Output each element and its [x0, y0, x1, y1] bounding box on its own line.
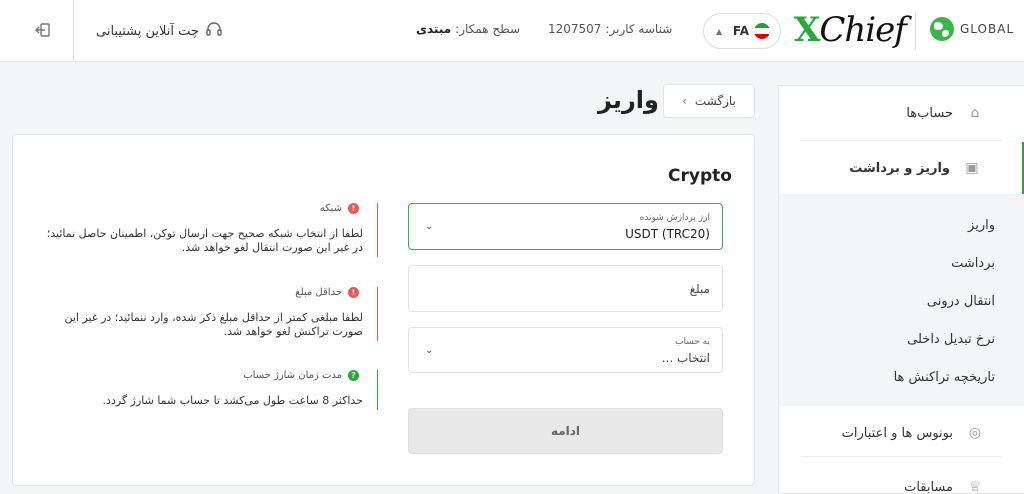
section-title: Crypto — [668, 166, 732, 186]
sidebar-item-label: بونوس ها و اعتبارات — [841, 425, 953, 441]
account-label: به حساب — [675, 337, 710, 347]
sidebar-item-label: مسابقات — [904, 479, 953, 494]
submenu-item-withdraw[interactable]: برداشت — [951, 256, 995, 271]
note-min-amount: ! حداقل مبلغ لطفا مبلغی کمتر از حداقل مب… — [40, 287, 378, 341]
user-id: شناسه کاربر: 1207507 — [548, 22, 672, 36]
back-label: بازگشت — [694, 94, 736, 108]
global-badge: GLOBAL — [930, 17, 1014, 41]
note-network: ! شبکه لطفا از انتخاب شبکه صحیح جهت ارسا… — [40, 203, 378, 257]
global-label: GLOBAL — [960, 22, 1015, 36]
sidebar: حساب‌ها ⌂ واریز و برداشت ▣ واریز برداشت … — [778, 85, 1024, 494]
submenu-item-exchange-rate[interactable]: نرخ تبدیل داخلی — [907, 332, 995, 347]
partner-level: سطح همکار: مبتدی — [416, 22, 520, 36]
currency-select[interactable]: ارز پردازش شونده USDT (TRC20) ⌄ — [408, 203, 723, 250]
note-text: لطفا از انتخاب شبکه صحیح جهت ارسال توکن،… — [46, 227, 363, 254]
logout-button[interactable] — [12, 0, 74, 62]
error-icon: ! — [348, 287, 359, 298]
headset-icon — [205, 20, 223, 42]
note-charge-time: ? مدت زمان شارژ حساب حداکثر 8 ساعت طول م… — [40, 370, 378, 410]
submenu-item-deposit[interactable]: واریز — [968, 218, 995, 233]
deposit-submenu: واریز برداشت انتقال درونی نرخ تبدیل داخل… — [779, 194, 1024, 406]
language-selector[interactable]: ▲ FA — [703, 13, 781, 49]
top-header: چت آنلاین پشتیبانی سطح همکار: مبتدی شناس… — [0, 0, 1024, 62]
note-title: شبکه — [319, 203, 342, 214]
amount-input[interactable]: مبلغ — [408, 265, 723, 312]
chevron-down-icon: ⌄ — [425, 345, 434, 356]
note-title: حداقل مبلغ — [295, 287, 342, 298]
logout-icon — [34, 21, 52, 42]
home-icon: ⌂ — [970, 105, 980, 121]
userid-label: شناسه کاربر: — [605, 22, 673, 36]
support-chat-link[interactable]: چت آنلاین پشتیبانی — [96, 20, 223, 42]
account-select[interactable]: به حساب انتخاب ... ⌄ — [408, 327, 723, 373]
globe-icon — [930, 17, 954, 41]
currency-value: USDT (TRC20) — [625, 227, 710, 241]
sidebar-item-bonuses[interactable]: بونوس ها و اعتبارات ◎ — [779, 418, 1024, 448]
level-label: سطح همکار: — [455, 22, 521, 36]
chevron-down-icon: ⌄ — [425, 221, 434, 232]
page-title: واریز — [598, 86, 659, 114]
iran-flag-icon — [754, 23, 770, 39]
help-icon: ? — [348, 370, 359, 381]
sidebar-item-label: حساب‌ها — [906, 105, 953, 121]
lang-code: FA — [732, 24, 749, 38]
sidebar-item-label: واریز و برداشت — [849, 160, 950, 176]
userid-value: 1207507 — [548, 22, 602, 36]
continue-button[interactable]: ادامه — [408, 408, 723, 454]
sidebar-item-deposit-withdraw[interactable]: واریز و برداشت ▣ — [779, 142, 1024, 194]
gift-icon: ◎ — [968, 425, 982, 441]
amount-placeholder: مبلغ — [689, 282, 710, 296]
chevron-left-icon: ‹ — [682, 94, 687, 108]
chevron-down-icon: ▲ — [716, 26, 723, 36]
level-value: مبتدی — [416, 22, 452, 36]
support-chat-label: چت آنلاین پشتیبانی — [96, 23, 199, 39]
currency-label: ارز پردازش شونده — [639, 213, 710, 223]
wallet-icon: ▣ — [965, 160, 979, 176]
note-text: لطفا مبلغی کمتر از حداقل مبلغ ذکر شده، و… — [64, 311, 363, 338]
sidebar-item-accounts[interactable]: حساب‌ها ⌂ — [779, 98, 1024, 128]
sidebar-item-contests[interactable]: مسابقات ♕ — [779, 472, 1024, 494]
submenu-item-transaction-history[interactable]: تاریخچه تراکنش ها — [894, 370, 995, 385]
divider — [801, 140, 1002, 141]
divider — [801, 456, 1002, 457]
logo-divider — [915, 12, 916, 50]
submenu-item-internal-transfer[interactable]: انتقال درونی — [927, 294, 995, 309]
note-title: مدت زمان شارژ حساب — [243, 370, 342, 381]
note-text: حداکثر 8 ساعت طول می‌کشد تا حساب شما شار… — [102, 394, 363, 407]
error-icon: ! — [348, 203, 359, 214]
trophy-icon: ♕ — [968, 479, 982, 494]
account-value: انتخاب ... — [661, 351, 710, 365]
back-button[interactable]: ‹ بازگشت — [663, 84, 755, 118]
xchief-logo[interactable]: XChief — [794, 10, 907, 50]
